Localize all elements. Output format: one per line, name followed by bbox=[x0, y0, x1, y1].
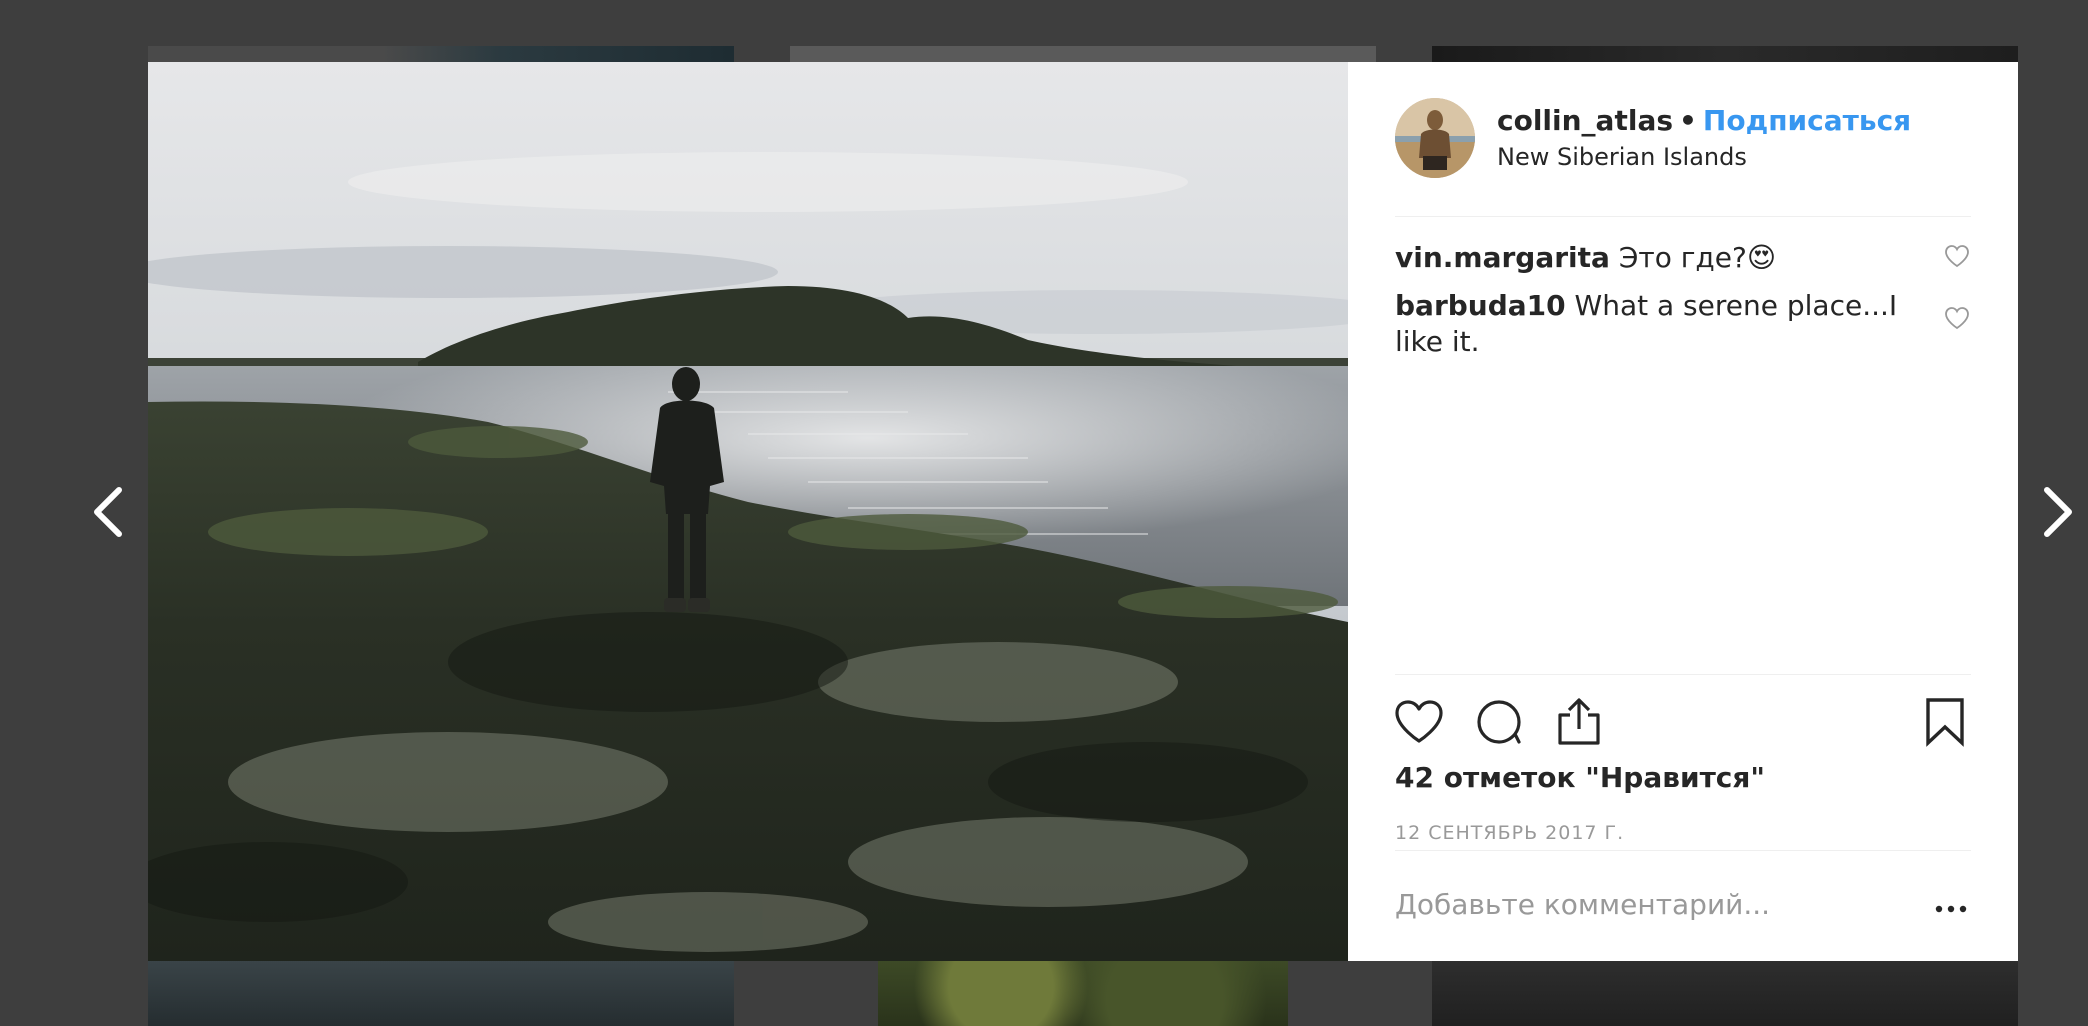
share-button[interactable] bbox=[1553, 696, 1605, 748]
post-header: collin_atlas • Подписаться New Siberian Is… bbox=[1395, 98, 1971, 178]
comment-item: barbuda10 What a serene place...I like i… bbox=[1395, 288, 1971, 360]
post-photo[interactable] bbox=[148, 62, 1348, 961]
bookmark-icon bbox=[1926, 698, 1964, 747]
grid-thumbnail bbox=[1432, 960, 2018, 1026]
post-actions-bar bbox=[1393, 694, 1971, 750]
share-icon bbox=[1558, 698, 1600, 745]
comment-like-button[interactable] bbox=[1943, 304, 1971, 332]
post-date: 12 СЕНТЯБРЬ 2017 Г. bbox=[1395, 822, 1625, 844]
likes-count[interactable]: 42 отметок "Нравится" bbox=[1395, 760, 1765, 796]
post-side-panel: collin_atlas • Подписаться New Siberian Is… bbox=[1348, 62, 2018, 961]
comment-username[interactable]: vin.margarita bbox=[1395, 241, 1610, 274]
like-button[interactable] bbox=[1393, 696, 1445, 748]
comment-item: vin.margarita Это где?😍 bbox=[1395, 240, 1971, 276]
avatar-image bbox=[1395, 98, 1475, 178]
landscape-photo bbox=[148, 62, 1348, 961]
comment-bubble-icon bbox=[1477, 700, 1521, 744]
heart-icon bbox=[1945, 245, 1969, 268]
add-comment-input[interactable] bbox=[1395, 888, 1895, 921]
chevron-right-icon bbox=[2044, 487, 2072, 537]
divider bbox=[1395, 216, 1971, 217]
comment-like-button[interactable] bbox=[1943, 242, 1971, 270]
author-username[interactable]: collin_atlas bbox=[1497, 104, 1673, 137]
avatar[interactable] bbox=[1395, 98, 1475, 178]
divider bbox=[1395, 850, 1971, 851]
heart-icon bbox=[1945, 307, 1969, 330]
comment-text: Это где?😍 bbox=[1618, 241, 1777, 274]
chevron-left-icon bbox=[94, 487, 122, 537]
previous-post-button[interactable] bbox=[86, 486, 130, 538]
post-modal: collin_atlas • Подписаться New Siberian Is… bbox=[148, 62, 2018, 961]
follow-button[interactable]: Подписаться bbox=[1703, 104, 1911, 137]
save-button[interactable] bbox=[1919, 696, 1971, 748]
separator-dot: • bbox=[1679, 104, 1697, 137]
grid-thumbnail bbox=[878, 960, 1288, 1026]
comments-list: vin.margarita Это где?😍 barbuda10 What a… bbox=[1395, 240, 1971, 372]
next-post-button[interactable] bbox=[2036, 486, 2080, 538]
grid-thumbnail bbox=[148, 960, 734, 1026]
more-options-button[interactable] bbox=[1931, 896, 1971, 922]
header-line: collin_atlas • Подписаться bbox=[1497, 103, 1911, 139]
ellipsis-icon bbox=[1935, 905, 1967, 913]
divider bbox=[1395, 674, 1971, 675]
heart-icon bbox=[1395, 700, 1443, 743]
location-link[interactable]: New Siberian Islands bbox=[1497, 141, 1911, 173]
post-header-text: collin_atlas • Подписаться New Siberian Is… bbox=[1497, 103, 1911, 173]
comment-button[interactable] bbox=[1473, 696, 1525, 748]
comment-username[interactable]: barbuda10 bbox=[1395, 289, 1566, 322]
